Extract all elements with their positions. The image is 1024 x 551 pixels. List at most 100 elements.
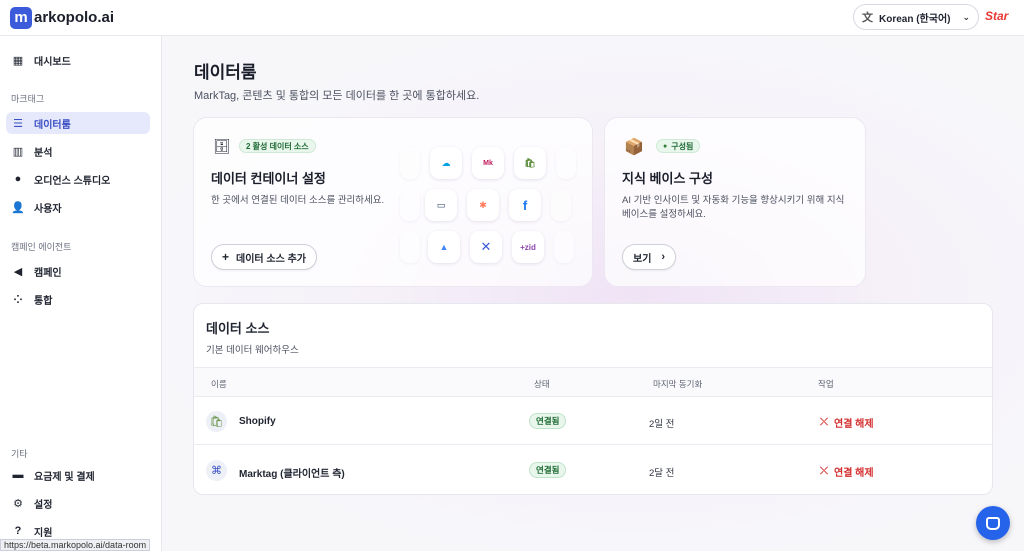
- command-icon: ⌘: [206, 460, 227, 481]
- view-button[interactable]: 보기 ›: [622, 244, 677, 270]
- salesforce-icon: ☁: [430, 147, 462, 179]
- knowledge-base-card: 📦 ● 구성됨 지식 베이스 구성 AI 기반 인사이트 및 자동화 기능을 향…: [604, 117, 866, 287]
- disconnect-button[interactable]: ⤬ 연결 해제: [820, 464, 874, 479]
- data-container-title: 데이터 컨테이너 설정: [211, 171, 326, 186]
- configured-label: 구성됨: [671, 141, 694, 151]
- sidebar-item-label: 통합: [34, 295, 53, 307]
- status-badge: 연결됨: [529, 462, 567, 478]
- chat-icon: [986, 516, 1000, 530]
- chat-launcher-button[interactable]: [976, 506, 1010, 540]
- megaphone-icon: ◀: [13, 265, 23, 278]
- sidebar-item-users[interactable]: 👤 사용자: [6, 196, 150, 218]
- data-container-card: 🗄 2 활성 데이터 소스 데이터 컨테이너 설정 한 곳에서 연결된 데이터 …: [193, 117, 593, 287]
- source-name: Marktag (클라이언트 측): [239, 469, 345, 480]
- sidebar-item-audience-studio[interactable]: ● 오디언스 스튜디오: [6, 168, 150, 190]
- data-sources-title: 데이터 소스: [206, 321, 270, 336]
- logo-mark: m: [10, 6, 32, 29]
- sidebar-item-label: 데이터룸: [34, 119, 71, 131]
- data-sources-subtitle: 기본 데이터 웨어하우스: [206, 345, 299, 356]
- page-title: 데이터룸: [194, 63, 257, 82]
- grid-icon: ▦: [12, 54, 24, 67]
- audience-icon: ●: [14, 173, 22, 185]
- sidebar-item-label: 지원: [34, 527, 53, 539]
- sidebar-item-label: 캠페인: [34, 267, 62, 279]
- source-name: Shopify: [239, 416, 276, 427]
- column-header-last-sync: 마지막 동기화: [653, 379, 703, 389]
- table-header: 이름 상태 마지막 동기화 작업: [194, 367, 992, 397]
- database-stack-icon: 🗄: [213, 138, 231, 154]
- inbox-icon: ▭: [425, 189, 457, 221]
- make-icon: ✕: [470, 231, 502, 263]
- language-selector[interactable]: 文 Korean (한국어) ⌄: [853, 4, 979, 30]
- logo-tile-faded: [556, 147, 576, 179]
- translate-icon: 文: [862, 12, 873, 24]
- hubspot-icon: ✱: [467, 189, 499, 221]
- top-bar: m arkopolo.ai 文 Korean (한국어) ⌄ Star: [0, 0, 1024, 36]
- sidebar: ▦ 대시보드 마크태그 ☰ 데이터룸 ▥ 분석 ● 오디언스 스튜디오 👤 사용…: [0, 36, 162, 551]
- sidebar-item-settings[interactable]: ⚙ 설정: [6, 492, 150, 514]
- zid-icon: +zid: [512, 231, 544, 263]
- page-subtitle: MarkTag, 콘텐츠 및 통합의 모든 데이터를 한 곳에 통합하세요.: [194, 90, 480, 102]
- add-data-source-label: 데이터 소스 추가: [236, 253, 306, 265]
- sidebar-item-integrations[interactable]: ⁘ 통합: [6, 288, 150, 310]
- column-header-name: 이름: [211, 379, 227, 389]
- chevron-down-icon: ⌄: [962, 11, 970, 22]
- plus-icon: +: [222, 250, 230, 264]
- language-label: Korean (한국어): [879, 13, 951, 25]
- sidebar-item-label: 설정: [34, 499, 53, 511]
- column-header-status: 상태: [534, 379, 550, 389]
- chart-icon: ▥: [12, 145, 24, 158]
- logo-tile-faded: [400, 147, 420, 179]
- add-data-source-button[interactable]: + 데이터 소스 추가: [211, 244, 317, 270]
- logo-tile-faded: [400, 189, 420, 221]
- knowledge-base-title: 지식 베이스 구성: [622, 171, 713, 186]
- column-header-action: 작업: [818, 379, 834, 389]
- mailchimp-icon: Mk: [472, 147, 504, 179]
- disconnect-button[interactable]: ⤬ 연결 해제: [820, 415, 874, 430]
- google-ads-icon: ▲: [428, 231, 460, 263]
- sidebar-item-label: 대시보드: [34, 56, 71, 68]
- last-sync-time: 2일 전: [649, 419, 675, 430]
- shopify-icon: 🛍: [206, 411, 227, 432]
- disconnect-label: 연결 해제: [834, 419, 874, 430]
- integrations-icon: ⁘: [13, 293, 23, 306]
- table-row: 🛍 Shopify 연결됨 2일 전 ⤬ 연결 해제: [194, 397, 992, 445]
- sidebar-item-billing[interactable]: ▬ 요금제 및 결제: [6, 464, 150, 486]
- gear-icon: ⚙: [13, 497, 23, 510]
- sidebar-item-label: 요금제 및 결제: [34, 471, 95, 483]
- data-sources-card: 데이터 소스 기본 데이터 웨어하우스 이름 상태 마지막 동기화 작업 🛍 S…: [193, 303, 993, 495]
- sidebar-section-campaign: 캠페인 에이전트: [11, 242, 72, 252]
- unlink-icon: ⤬: [820, 466, 828, 477]
- active-sources-badge: 2 활성 데이터 소스: [239, 139, 316, 153]
- data-container-description: 한 곳에서 연결된 데이터 소스를 관리하세요.: [211, 195, 385, 206]
- database-icon: ☰: [13, 117, 23, 130]
- chevron-right-icon: ›: [661, 251, 666, 263]
- sidebar-item-campaign[interactable]: ◀ 캠페인: [6, 260, 150, 282]
- help-icon: ?: [14, 525, 22, 537]
- sidebar-item-dashboard[interactable]: ▦ 대시보드: [6, 49, 150, 71]
- logo-tile-faded: [400, 231, 420, 263]
- sidebar-section-other: 기타: [11, 449, 28, 459]
- main-content: 데이터룸 MarkTag, 콘텐츠 및 통합의 모든 데이터를 한 곳에 통합하…: [162, 36, 1024, 551]
- dot-icon: ●: [663, 142, 668, 150]
- sidebar-item-analytics[interactable]: ▥ 분석: [6, 140, 150, 162]
- configured-badge: ● 구성됨: [656, 139, 701, 153]
- sidebar-item-label: 분석: [34, 147, 53, 159]
- logo-tile-faded: [551, 189, 571, 221]
- brand-logo[interactable]: m arkopolo.ai: [10, 6, 115, 29]
- last-sync-time: 2달 전: [649, 468, 675, 479]
- sidebar-item-label: 사용자: [34, 203, 62, 215]
- box-icon: 📦: [624, 139, 644, 156]
- facebook-icon: f: [509, 189, 541, 221]
- logo-text: arkopolo.ai: [34, 9, 115, 26]
- sidebar-item-data-room[interactable]: ☰ 데이터룸: [6, 112, 150, 134]
- status-bar-url: https://beta.markopolo.ai/data-room: [0, 539, 151, 551]
- status-badge: 연결됨: [529, 413, 567, 429]
- user-icon: 👤: [11, 201, 25, 214]
- table-row: ⌘ Marktag (클라이언트 측) 연결됨 2달 전 ⤬ 연결 해제: [194, 446, 992, 494]
- sidebar-item-label: 오디언스 스튜디오: [34, 175, 111, 187]
- knowledge-base-description: AI 기반 인사이트 및 자동화 기능을 향상시키기 위해 지식 베이스를 설정…: [622, 195, 845, 220]
- unlink-icon: ⤬: [820, 417, 828, 428]
- wallet-icon: ▬: [12, 469, 24, 481]
- view-label: 보기: [633, 253, 652, 265]
